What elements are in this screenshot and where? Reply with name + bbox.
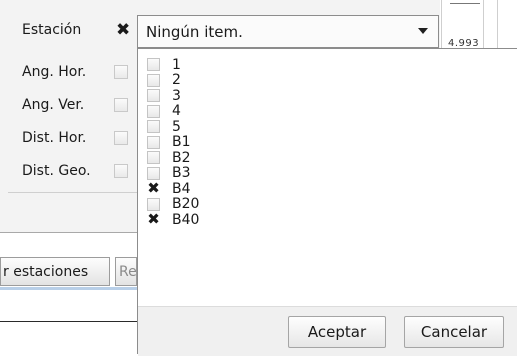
- ang-ver-checkbox[interactable]: [114, 98, 128, 112]
- item-label: B40: [172, 211, 200, 228]
- table-cell: [497, 0, 517, 48]
- partial-button[interactable]: Re: [115, 257, 137, 286]
- row-label-ang-ver: Ang. Ver.: [22, 97, 85, 113]
- item-checkbox[interactable]: [147, 104, 160, 118]
- item-label: 4: [172, 103, 181, 120]
- list-item[interactable]: 4: [147, 103, 199, 120]
- list-item[interactable]: B1: [147, 134, 199, 151]
- item-checkbox[interactable]: [147, 120, 160, 134]
- item-checkbox-checked[interactable]: ✖: [147, 210, 160, 229]
- table-cell-fragment: [450, 0, 480, 4]
- item-checkbox[interactable]: [147, 89, 160, 103]
- x-mark-icon: ✖: [147, 179, 160, 198]
- list-item[interactable]: 5: [147, 119, 199, 135]
- estaciones-button-label: r estaciones: [3, 263, 89, 280]
- item-checkbox[interactable]: [147, 73, 160, 87]
- row-label-dist-hor: Dist. Hor.: [22, 130, 87, 146]
- ang-hor-checkbox[interactable]: [114, 65, 128, 79]
- separator-line: [0, 321, 140, 322]
- cancel-button[interactable]: Cancelar: [404, 316, 504, 348]
- combo-value: Ningún item.: [146, 22, 243, 41]
- estaciones-button[interactable]: r estaciones: [0, 257, 110, 286]
- row-label-ang-hor: Ang. Hor.: [22, 64, 87, 80]
- item-label: 5: [172, 118, 181, 135]
- item-label: B4: [172, 180, 191, 197]
- item-list: 1 2 3 4 5 B1 B2 B3 ✖ B4 B20 ✖ B40: [147, 57, 199, 228]
- list-item[interactable]: ✖ B40: [147, 212, 199, 228]
- estacion-checkbox-checked[interactable]: ✖: [116, 22, 130, 39]
- dist-hor-checkbox[interactable]: [114, 131, 128, 145]
- estacion-combo[interactable]: Ningún item.: [137, 15, 439, 48]
- item-checkbox[interactable]: [147, 197, 160, 211]
- x-mark-icon: ✖: [147, 210, 160, 229]
- row-label-estacion: Estación: [22, 22, 82, 38]
- chevron-down-icon[interactable]: [418, 28, 428, 34]
- item-checkbox[interactable]: [147, 151, 160, 165]
- list-item[interactable]: 1: [147, 57, 199, 73]
- item-label: 1: [172, 56, 181, 73]
- accept-button[interactable]: Aceptar: [288, 316, 386, 348]
- item-label: 2: [172, 72, 181, 89]
- selection-strip: [0, 287, 140, 290]
- item-checkbox-checked[interactable]: ✖: [147, 179, 160, 198]
- list-item[interactable]: 2: [147, 72, 199, 89]
- item-dropdown-popup: 1 2 3 4 5 B1 B2 B3 ✖ B4 B20 ✖ B40 Aceptar …: [137, 48, 517, 356]
- dropdown-footer: Aceptar Cancelar: [138, 306, 517, 356]
- partial-button-label: Re: [119, 263, 137, 280]
- item-label: 3: [172, 87, 181, 104]
- dist-geo-checkbox[interactable]: [114, 164, 128, 178]
- item-label: B20: [172, 196, 200, 213]
- list-item[interactable]: ✖ B4: [147, 181, 199, 197]
- item-checkbox[interactable]: [147, 58, 160, 72]
- row-label-dist-geo: Dist. Geo.: [22, 163, 91, 179]
- item-checkbox[interactable]: [147, 135, 160, 149]
- item-label: B2: [172, 149, 191, 166]
- item-checkbox[interactable]: [147, 166, 160, 180]
- item-label: B3: [172, 165, 191, 182]
- item-label: B1: [172, 134, 191, 151]
- list-item[interactable]: 3: [147, 88, 199, 104]
- list-item[interactable]: B2: [147, 150, 199, 166]
